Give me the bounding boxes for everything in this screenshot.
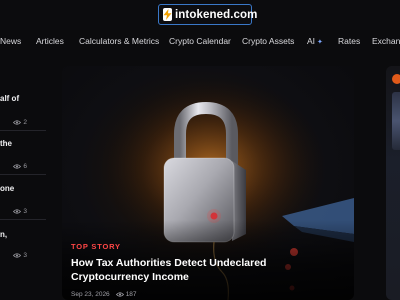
sparkle-icon: ✦ [317, 39, 323, 46]
view-count: 3 [13, 252, 27, 259]
eye-icon [13, 120, 22, 125]
list-item-title: alf of [0, 94, 20, 103]
eye-icon [13, 253, 22, 258]
category-badge-icon [392, 74, 400, 84]
divider [0, 130, 46, 131]
list-item-title: one [0, 184, 15, 193]
main-nav: News Articles Calculators & Metrics Cryp… [0, 30, 400, 54]
article-category-tag[interactable]: TOP STORY [71, 242, 121, 251]
site-name: intokened.com [175, 8, 258, 21]
article-title[interactable]: How Tax Authorities Detect Undeclared Cr… [71, 256, 311, 284]
view-count: 6 [13, 163, 27, 170]
nav-crypto-calendar[interactable]: Crypto Calendar [169, 36, 231, 46]
eye-icon [115, 292, 124, 297]
nav-ai[interactable]: AI ✦ [307, 36, 323, 46]
view-count: 2 [13, 119, 27, 126]
article-thumbnail [392, 92, 400, 150]
eye-icon [13, 209, 22, 214]
nav-exchanges[interactable]: Exchanges [372, 36, 400, 46]
nav-ai-label: AI [307, 36, 316, 46]
site-logo[interactable]: intokened.com [158, 4, 257, 25]
list-item-title: n, [0, 230, 8, 239]
view-count-value: 6 [23, 163, 27, 170]
divider [0, 219, 46, 220]
featured-article-card[interactable]: TOP STORY How Tax Authorities Detect Und… [62, 66, 354, 300]
nav-rates[interactable]: Rates [338, 36, 360, 46]
view-count: 187 [115, 291, 137, 298]
lightning-icon [163, 8, 172, 21]
eye-icon [13, 164, 22, 169]
view-count: 3 [13, 208, 27, 215]
nav-crypto-assets[interactable]: Crypto Assets [242, 36, 294, 46]
article-date: Sep 23, 2026 [71, 291, 110, 298]
side-article-list: alf of 2 the 6 one 3 n, 3 [0, 54, 46, 300]
nav-news[interactable]: News [0, 36, 21, 46]
site-header: intokened.com [0, 0, 400, 30]
list-item-title: the [0, 139, 12, 148]
nav-calculators-metrics[interactable]: Calculators & Metrics [79, 36, 159, 46]
divider [0, 174, 46, 175]
view-count-value: 187 [125, 291, 137, 298]
view-count-value: 3 [23, 208, 27, 215]
nav-articles[interactable]: Articles [36, 36, 64, 46]
view-count-value: 2 [23, 119, 27, 126]
article-meta: Sep 23, 2026 187 [71, 291, 137, 298]
view-count-value: 3 [23, 252, 27, 259]
